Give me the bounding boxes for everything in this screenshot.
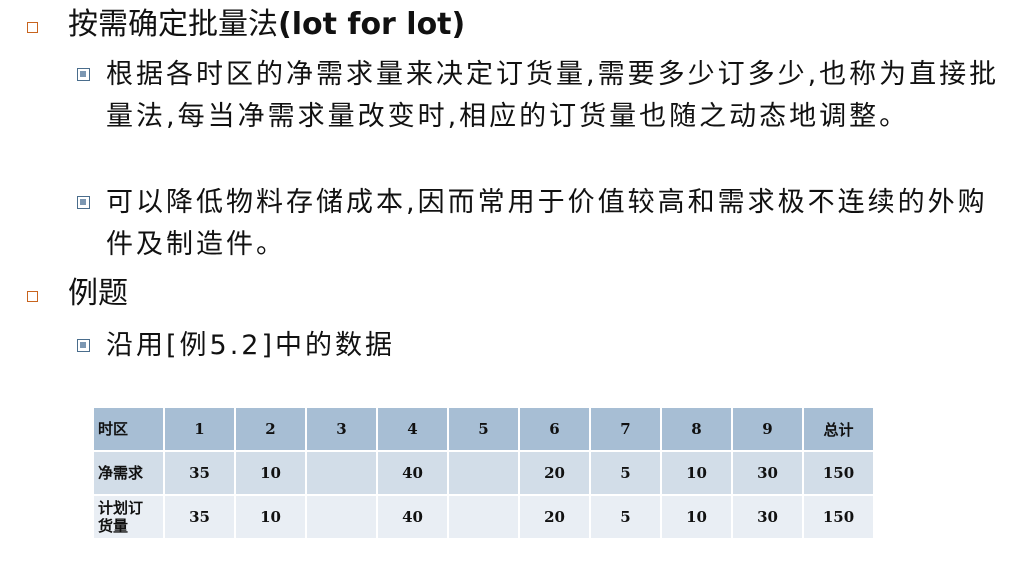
table-header-cell: 3 [305, 406, 378, 452]
table-cell: 20 [518, 450, 591, 496]
table-cell: 20 [518, 494, 591, 540]
item-heading-example: 例题 [68, 276, 128, 311]
bullet-text-example-data: 沿用[例5.2]中的数据 [106, 330, 396, 361]
table-cell: 35 [163, 494, 236, 540]
table-header-row: 时区 1 2 3 4 5 6 7 8 9 总计 [92, 406, 875, 452]
table-header-cell: 5 [447, 406, 520, 452]
table-cell: 5 [589, 450, 662, 496]
table-cell: 40 [376, 494, 449, 540]
table-row-label: 净需求 [92, 450, 165, 496]
table-cell: 10 [234, 494, 307, 540]
table-cell [447, 494, 520, 540]
table-row-label-text: 计划订货量 [98, 499, 144, 535]
table-cell [305, 450, 378, 496]
table-cell [447, 450, 520, 496]
table-header-cell: 2 [234, 406, 307, 452]
item-heading-lot-for-lot: 按需确定批量法(lot for lot) [68, 6, 465, 44]
table-header-cell: 1 [163, 406, 236, 452]
table-cell: 40 [376, 450, 449, 496]
table-row: 计划订货量 35 10 40 20 5 10 30 150 [92, 494, 875, 540]
bullet-square-small-icon [77, 339, 90, 352]
table-cell: 150 [802, 494, 875, 540]
table-cell [305, 494, 378, 540]
heading-english: (lot for lot) [278, 7, 466, 42]
table-header-cell: 时区 [92, 406, 165, 452]
table-cell: 10 [660, 494, 733, 540]
bullet-square-small-icon [77, 68, 90, 81]
table-header-cell: 总计 [802, 406, 875, 452]
table-cell: 150 [802, 450, 875, 496]
bullet-square-icon [27, 22, 38, 33]
table-cell: 30 [731, 494, 804, 540]
table-header-cell: 7 [589, 406, 662, 452]
table-cell: 5 [589, 494, 662, 540]
table-header-cell: 9 [731, 406, 804, 452]
bullet-text-definition: 根据各时区的净需求量来决定订货量,需要多少订多少,也称为直接批量法,每当净需求量… [106, 59, 1000, 132]
bullet-square-icon [27, 291, 38, 302]
table-header-cell: 8 [660, 406, 733, 452]
table-header-cell: 4 [376, 406, 449, 452]
bullet-square-small-icon [77, 196, 90, 209]
table-cell: 30 [731, 450, 804, 496]
table-cell: 35 [163, 450, 236, 496]
table-row: 净需求 35 10 40 20 5 10 30 150 [92, 450, 875, 496]
lot-for-lot-table: 时区 1 2 3 4 5 6 7 8 9 总计 净需求 35 10 40 20 … [92, 406, 875, 540]
table-header-cell: 6 [518, 406, 591, 452]
table-cell: 10 [660, 450, 733, 496]
table-row-label: 计划订货量 [92, 494, 165, 540]
heading-chinese: 按需确定批量法 [68, 7, 278, 42]
table-cell: 10 [234, 450, 307, 496]
bullet-text-advantage: 可以降低物料存储成本,因而常用于价值较高和需求极不连续的外购件及制造件。 [106, 187, 988, 260]
